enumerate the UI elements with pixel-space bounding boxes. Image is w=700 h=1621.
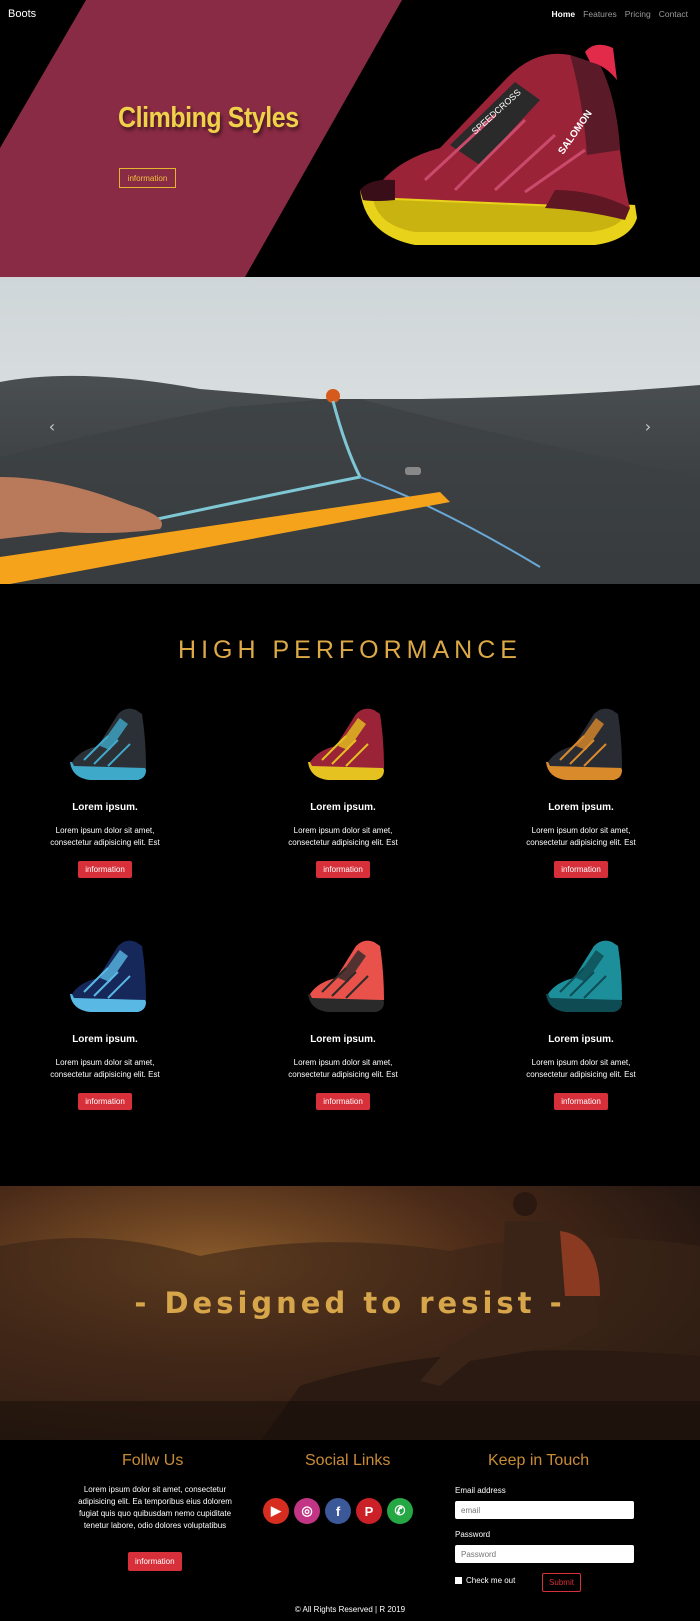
- hero-information-button[interactable]: information: [119, 168, 176, 188]
- card-text: Lorem ipsum dolor sit amet, consectetur …: [50, 1058, 160, 1079]
- footer: Follw Us Lorem ipsum dolor sit amet, con…: [0, 1440, 700, 1621]
- product-card: Lorem ipsum. Lorem ipsum dolor sit amet,…: [481, 932, 681, 1110]
- product-card: Lorem ipsum. Lorem ipsum dolor sit amet,…: [5, 700, 205, 878]
- shoe-image: [546, 708, 622, 780]
- card-information-button[interactable]: information: [316, 861, 370, 878]
- facebook-icon[interactable]: f: [325, 1498, 351, 1524]
- card-information-button[interactable]: information: [554, 861, 608, 878]
- hero-title: Climbing Styles: [118, 102, 299, 134]
- carousel-next-icon[interactable]: ›: [640, 417, 656, 437]
- follow-us-text: Lorem ipsum dolor sit amet, consectetur …: [78, 1485, 232, 1530]
- whatsapp-icon[interactable]: ✆: [387, 1498, 413, 1524]
- youtube-icon[interactable]: ▶: [263, 1498, 289, 1524]
- hero-shoe-image: SPEEDCROSS SALOMON: [360, 44, 637, 245]
- card-information-button[interactable]: information: [78, 1093, 132, 1110]
- shoe-image: [70, 940, 146, 1012]
- image-carousel: ‹ ›: [0, 277, 700, 584]
- email-field[interactable]: [455, 1501, 634, 1519]
- climbing-photo: [0, 277, 700, 584]
- card-text: Lorem ipsum dolor sit amet, consectetur …: [50, 826, 160, 847]
- email-label: Email address: [455, 1486, 506, 1495]
- product-card: Lorem ipsum. Lorem ipsum dolor sit amet,…: [243, 932, 443, 1110]
- card-title: Lorem ipsum.: [310, 1034, 376, 1045]
- follow-information-button[interactable]: information: [128, 1552, 182, 1571]
- instagram-icon[interactable]: ◎: [294, 1498, 320, 1524]
- password-field[interactable]: [455, 1545, 634, 1563]
- brand-logo[interactable]: Boots: [8, 8, 36, 20]
- social-icons: ▶ ◎ f P ✆: [263, 1498, 413, 1524]
- nav-link-home[interactable]: Home: [552, 9, 576, 19]
- product-card: Lorem ipsum. Lorem ipsum dolor sit amet,…: [481, 700, 681, 878]
- card-information-button[interactable]: information: [78, 861, 132, 878]
- product-card: Lorem ipsum. Lorem ipsum dolor sit amet,…: [5, 932, 205, 1110]
- shoe-image: [546, 940, 622, 1012]
- shoe-image: [70, 708, 146, 780]
- pinterest-icon[interactable]: P: [356, 1498, 382, 1524]
- card-text: Lorem ipsum dolor sit amet, consectetur …: [288, 1058, 398, 1079]
- card-title: Lorem ipsum.: [72, 1034, 138, 1045]
- banner-tagline: - Designed to resist -: [134, 1286, 566, 1320]
- check-label: Check me out: [466, 1576, 516, 1585]
- checkbox[interactable]: [455, 1577, 462, 1584]
- product-card: Lorem ipsum. Lorem ipsum dolor sit amet,…: [243, 700, 443, 878]
- card-information-button[interactable]: information: [316, 1093, 370, 1110]
- shoe-image: [308, 708, 384, 780]
- card-title: Lorem ipsum.: [548, 1034, 614, 1045]
- check-me-out[interactable]: Check me out: [455, 1576, 515, 1585]
- hero-section: Climbing Styles information SPEEDCROSS S…: [0, 0, 700, 277]
- card-text: Lorem ipsum dolor sit amet, consectetur …: [526, 826, 636, 847]
- card-information-button[interactable]: information: [554, 1093, 608, 1110]
- shoe-image: [308, 940, 384, 1012]
- copyright: © All Rights Reserved | R 2019: [294, 1605, 406, 1614]
- card-text: Lorem ipsum dolor sit amet, consectetur …: [526, 1058, 636, 1079]
- keep-in-touch-title: Keep in Touch: [488, 1452, 590, 1469]
- section-title: HIGH PERFORMANCE: [178, 636, 522, 664]
- password-label: Password: [455, 1530, 491, 1539]
- card-title: Lorem ipsum.: [310, 802, 376, 813]
- navbar: Boots Home Features Pricing Contact: [0, 0, 700, 30]
- card-text: Lorem ipsum dolor sit amet, consectetur …: [288, 826, 398, 847]
- carousel-prev-icon[interactable]: ‹: [44, 417, 60, 437]
- nav-link-pricing[interactable]: Pricing: [625, 9, 651, 19]
- social-links-title: Social Links: [305, 1452, 391, 1469]
- nav-links: Home Features Pricing Contact: [552, 9, 688, 19]
- follow-us-title: Follw Us: [122, 1452, 184, 1469]
- submit-button[interactable]: Submit: [542, 1573, 581, 1592]
- nav-link-contact[interactable]: Contact: [659, 9, 688, 19]
- card-title: Lorem ipsum.: [72, 802, 138, 813]
- nav-link-features[interactable]: Features: [583, 9, 617, 19]
- card-title: Lorem ipsum.: [548, 802, 614, 813]
